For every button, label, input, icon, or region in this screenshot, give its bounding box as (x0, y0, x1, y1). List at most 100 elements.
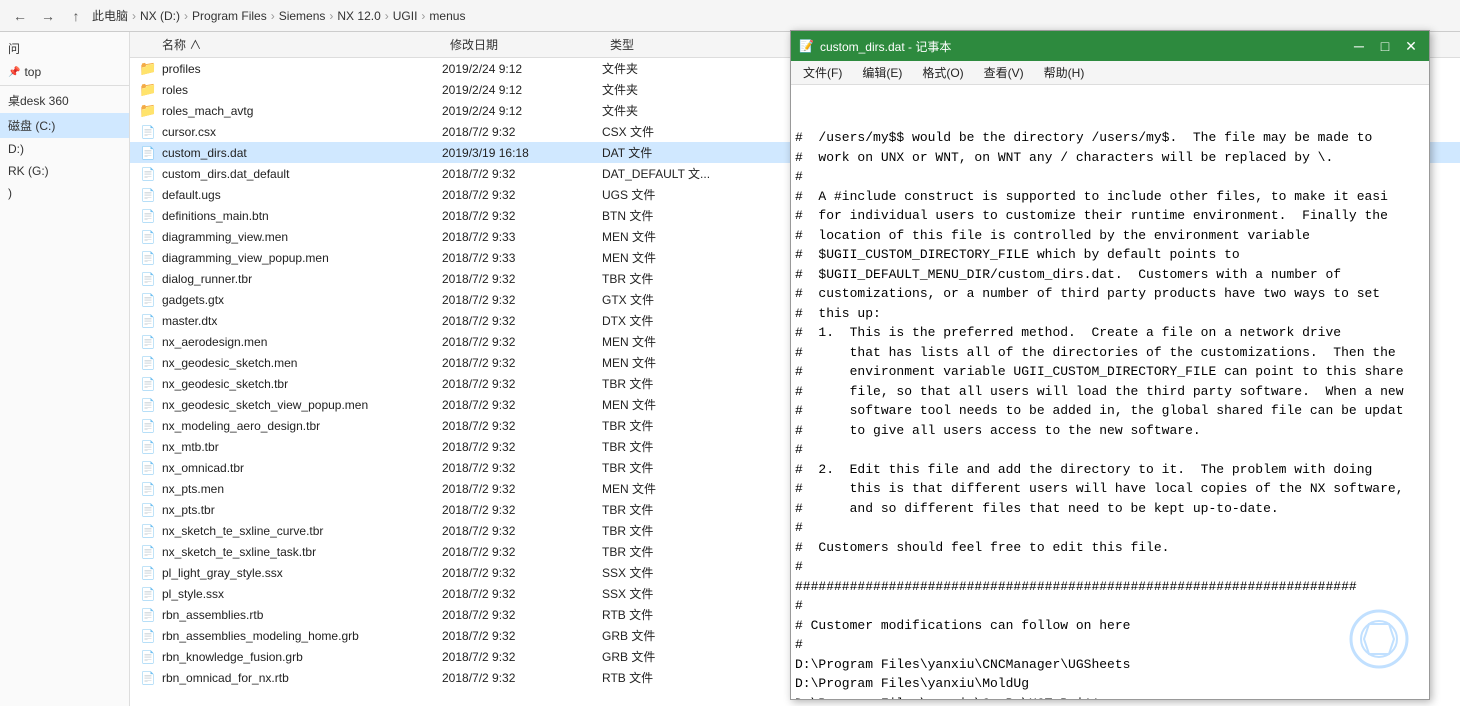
file-type: DTX 文件 (602, 312, 762, 329)
notepad-line: # for individual users to customize thei… (795, 206, 1425, 226)
breadcrumb-menus[interactable]: menus (429, 9, 465, 23)
menu-format[interactable]: 格式(O) (914, 62, 971, 83)
file-icon-generic: 📄 (138, 649, 158, 665)
file-date: 2018/7/2 9:32 (442, 356, 602, 370)
file-icon-generic: 📄 (138, 397, 158, 413)
breadcrumb-siemens[interactable]: Siemens (279, 9, 326, 23)
file-icon-generic: 📄 (138, 334, 158, 350)
file-type: DAT 文件 (602, 144, 762, 161)
notepad-line: # /users/my$$ would be the directory /us… (795, 128, 1425, 148)
file-icon-generic: 📄 (138, 586, 158, 602)
file-name: custom_dirs.dat_default (162, 167, 442, 181)
breadcrumb-ugii[interactable]: UGII (393, 9, 418, 23)
notepad-content[interactable]: # /users/my$$ would be the directory /us… (791, 85, 1429, 699)
notepad-line: D:\Program Files\yanxiu\MoldUg (795, 674, 1425, 694)
file-name: definitions_main.btn (162, 209, 442, 223)
sidebar-label-cdrive: 磁盘 (C:) (8, 117, 55, 134)
file-name: pl_light_gray_style.ssx (162, 566, 442, 580)
file-date: 2018/7/2 9:32 (442, 377, 602, 391)
sidebar-label-desk360: 桌desk 360 (8, 92, 69, 109)
file-icon-generic: 📄 (138, 565, 158, 581)
back-button[interactable]: ← (8, 4, 32, 28)
file-date: 2018/7/2 9:32 (442, 440, 602, 454)
file-icon-generic: 📄 (138, 439, 158, 455)
file-date: 2018/7/2 9:32 (442, 629, 602, 643)
breadcrumb-programfiles[interactable]: Program Files (192, 9, 267, 23)
minimize-button[interactable]: ─ (1349, 36, 1369, 56)
file-icon-generic: 📄 (138, 544, 158, 560)
file-name: rbn_assemblies_modeling_home.grb (162, 629, 442, 643)
file-date: 2018/7/2 9:32 (442, 272, 602, 286)
notepad-line: # this up: (795, 304, 1425, 324)
file-type: TBR 文件 (602, 459, 762, 476)
file-type: GRB 文件 (602, 627, 762, 644)
menu-view[interactable]: 查看(V) (976, 62, 1032, 83)
file-date: 2018/7/2 9:32 (442, 524, 602, 538)
file-date: 2019/2/24 9:12 (442, 62, 602, 76)
notepad-line: # (795, 635, 1425, 655)
file-date: 2018/7/2 9:32 (442, 335, 602, 349)
sidebar-label-gdrive: RK (G:) (8, 164, 49, 178)
forward-button[interactable]: → (36, 4, 60, 28)
notepad-line: # Customers should feel free to edit thi… (795, 538, 1425, 558)
file-icon-generic: 📄 (138, 670, 158, 686)
menu-edit[interactable]: 编辑(E) (854, 62, 910, 83)
breadcrumb-computer[interactable]: 此电脑 (92, 7, 128, 24)
sidebar-item-desk360[interactable]: 桌desk 360 (0, 88, 129, 113)
sidebar: 问 📌 top 桌desk 360 磁盘 (C:) D:) RK (G:) ) (0, 32, 130, 706)
file-name: roles_mach_avtg (162, 104, 442, 118)
close-button[interactable]: ✕ (1401, 36, 1421, 56)
notepad-line: # (795, 557, 1425, 577)
menu-help[interactable]: 帮助(H) (1036, 62, 1093, 83)
search-label: 问 (8, 40, 20, 57)
folder-icon: 📁 (138, 82, 158, 98)
maximize-button[interactable]: □ (1375, 36, 1395, 56)
notepad-titlebar: 📝 custom_dirs.dat - 记事本 ─ □ ✕ (791, 31, 1429, 61)
file-name: nx_geodesic_sketch_view_popup.men (162, 398, 442, 412)
file-icon-generic: 📄 (138, 145, 158, 161)
file-type: 文件夹 (602, 102, 762, 119)
file-icon-generic: 📄 (138, 376, 158, 392)
breadcrumb-nx12[interactable]: NX 12.0 (337, 9, 380, 23)
sidebar-item-top[interactable]: 📌 top (0, 61, 129, 83)
file-name: roles (162, 83, 442, 97)
sidebar-item-gdrive[interactable]: RK (G:) (0, 160, 129, 182)
file-icon-generic: 📄 (138, 166, 158, 182)
sidebar-item-cdrive[interactable]: 磁盘 (C:) (0, 113, 129, 138)
file-date: 2018/7/2 9:32 (442, 482, 602, 496)
notepad-line: # environment variable UGII_CUSTOM_DIREC… (795, 362, 1425, 382)
sidebar-item-item5[interactable]: ) (0, 182, 129, 204)
file-name: nx_geodesic_sketch.tbr (162, 377, 442, 391)
file-type: TBR 文件 (602, 501, 762, 518)
file-type: 文件夹 (602, 81, 762, 98)
up-button[interactable]: ↑ (64, 4, 88, 28)
sidebar-item-ddrive[interactable]: D:) (0, 138, 129, 160)
col-header-name[interactable]: 名称 ∧ (130, 36, 450, 53)
notepad-line: # software tool needs to be added in, th… (795, 401, 1425, 421)
notepad-line: # customizations, or a number of third p… (795, 284, 1425, 304)
folder-icon: 📁 (138, 61, 158, 77)
sidebar-divider (0, 85, 129, 86)
file-date: 2018/7/2 9:32 (442, 314, 602, 328)
file-name: nx_omnicad.tbr (162, 461, 442, 475)
file-date: 2018/7/2 9:32 (442, 503, 602, 517)
file-icon-generic: 📄 (138, 523, 158, 539)
file-icon-generic: 📄 (138, 313, 158, 329)
notepad-line: # $UGII_DEFAULT_MENU_DIR/custom_dirs.dat… (795, 265, 1425, 285)
file-name: default.ugs (162, 188, 442, 202)
notepad-line: # Customer modifications can follow on h… (795, 616, 1425, 636)
breadcrumb-nx[interactable]: NX (D:) (140, 9, 180, 23)
file-date: 2019/2/24 9:12 (442, 104, 602, 118)
file-type: MEN 文件 (602, 249, 762, 266)
col-header-date[interactable]: 修改日期 (450, 36, 610, 53)
file-icon-generic: 📄 (138, 292, 158, 308)
notepad-line: # $UGII_CUSTOM_DIRECTORY_FILE which by d… (795, 245, 1425, 265)
col-header-type[interactable]: 类型 (610, 36, 770, 53)
sidebar-item-search[interactable]: 问 (0, 36, 129, 61)
file-date: 2018/7/2 9:32 (442, 398, 602, 412)
file-name: pl_style.ssx (162, 587, 442, 601)
file-type: TBR 文件 (602, 438, 762, 455)
menu-file[interactable]: 文件(F) (795, 62, 850, 83)
file-icon-generic: 📄 (138, 187, 158, 203)
file-date: 2018/7/2 9:32 (442, 545, 602, 559)
